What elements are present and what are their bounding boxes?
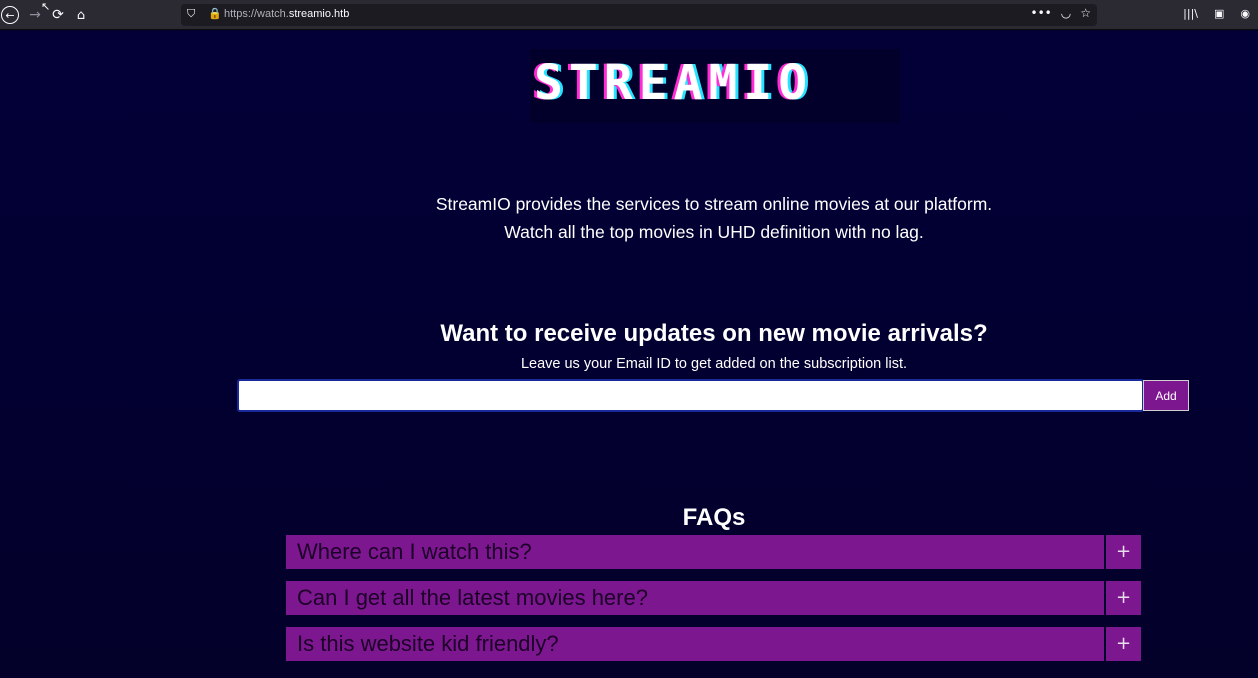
sidebar-icon[interactable]: ▣	[1214, 7, 1224, 20]
url-actions: ••• ◡ ☆	[1031, 6, 1091, 20]
browser-toolbar: ← → ⟳ ⌂ ↖ ⛉ 🔒 https://watch.streamio.htb…	[0, 0, 1258, 30]
faq-question[interactable]: Is this website kid friendly?	[286, 627, 1104, 661]
faq-question[interactable]: Can I get all the latest movies here?	[286, 581, 1104, 615]
library-icon[interactable]: |||\	[1183, 7, 1198, 20]
url-host: streamio.htb	[288, 8, 350, 20]
logo-banner: STREAMIO	[530, 49, 900, 123]
tagline-line-1: StreamIO provides the services to stream…	[435, 194, 993, 214]
bookmark-star-icon[interactable]: ☆	[1080, 6, 1091, 20]
expand-plus-icon[interactable]: +	[1106, 581, 1141, 615]
subscribe-title: Want to receive updates on new movie arr…	[440, 320, 988, 347]
faq-item[interactable]: Can I get all the latest movies here? +	[286, 581, 1141, 615]
lock-warning-icon[interactable]: 🔒	[208, 7, 222, 20]
mouse-cursor-icon: ↖	[41, 0, 51, 13]
expand-plus-icon[interactable]: +	[1106, 535, 1141, 569]
url-bar[interactable]: ⛉ 🔒 https://watch.streamio.htb ••• ◡ ☆	[181, 4, 1097, 26]
expand-plus-icon[interactable]: +	[1106, 627, 1141, 661]
email-input[interactable]	[237, 379, 1144, 412]
tracking-shield-icon[interactable]: ⛉	[187, 7, 195, 21]
pocket-icon[interactable]: ◡	[1061, 6, 1071, 20]
home-icon[interactable]: ⌂	[72, 6, 90, 24]
add-button[interactable]: Add	[1143, 380, 1189, 411]
tagline-line-2: Watch all the top movies in UHD definiti…	[504, 222, 924, 242]
faq-question[interactable]: Where can I watch this?	[286, 535, 1104, 569]
back-icon[interactable]: ←	[1, 6, 19, 24]
faq-title: FAQs	[682, 504, 746, 531]
page-content: STREAMIO StreamIO provides the services …	[0, 31, 1258, 678]
reload-icon[interactable]: ⟳	[49, 6, 67, 24]
toolbar-right-tools: |||\ ▣ ◉	[1183, 7, 1250, 20]
faq-item[interactable]: Is this website kid friendly? +	[286, 627, 1141, 661]
more-actions-icon[interactable]: •••	[1031, 6, 1052, 20]
account-icon[interactable]: ◉	[1240, 7, 1250, 20]
faq-item[interactable]: Where can I watch this? +	[286, 535, 1141, 569]
site-logo: STREAMIO	[534, 55, 814, 111]
url-text[interactable]: https://watch.streamio.htb	[224, 8, 349, 20]
subscribe-description: Leave us your Email ID to get added on t…	[520, 356, 908, 372]
url-prefix: https://watch.	[224, 8, 289, 20]
